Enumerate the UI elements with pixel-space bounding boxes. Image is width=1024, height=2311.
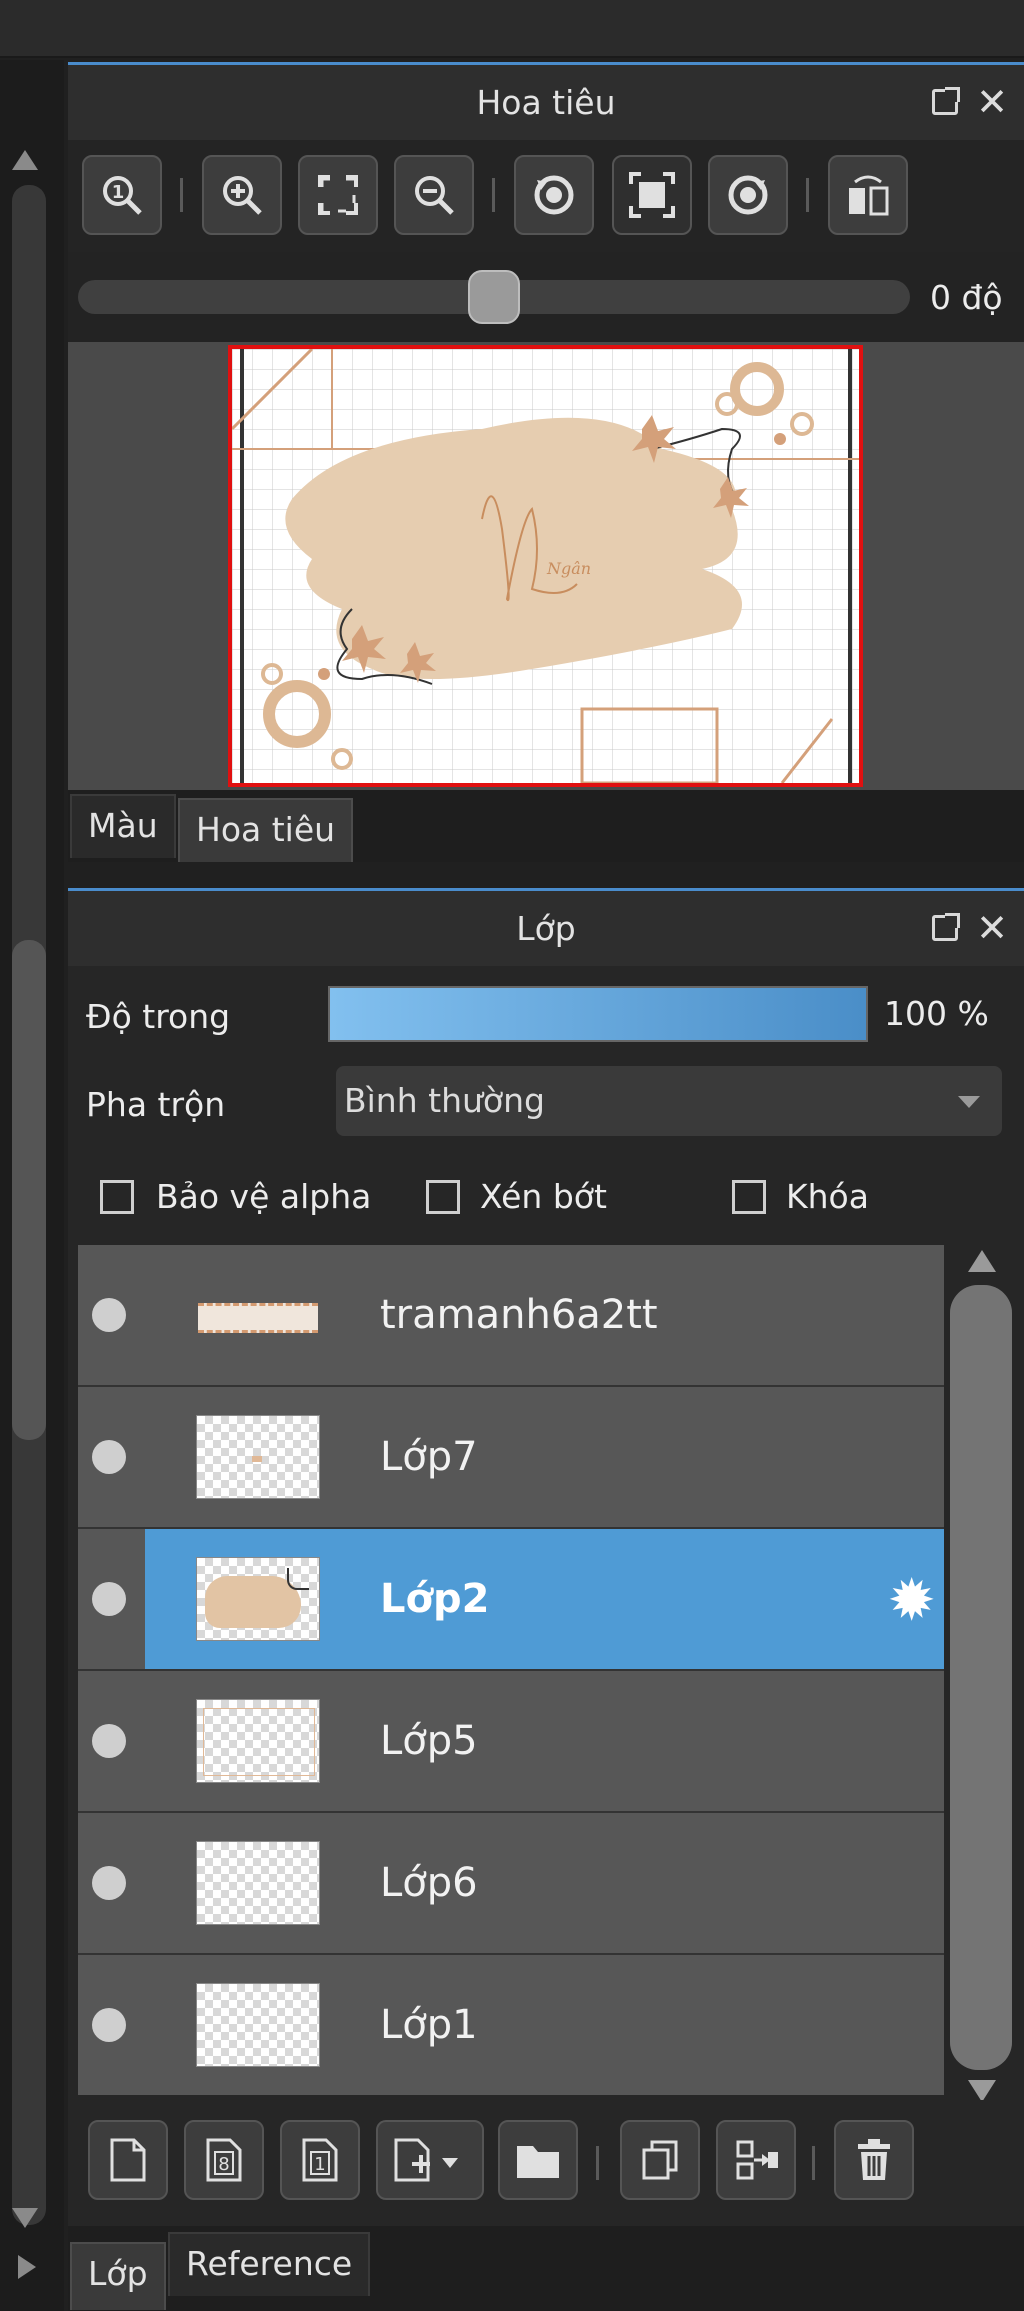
navigator-panel-header: Hoa tiêu ✕ (68, 62, 1024, 140)
close-icon[interactable]: ✕ (976, 83, 1008, 121)
visibility-toggle-icon[interactable] (92, 1298, 126, 1332)
chevron-down-icon (958, 1096, 980, 1108)
new-folder-icon[interactable] (498, 2120, 578, 2200)
layer-row[interactable]: Lớp7 (78, 1387, 944, 1531)
layer-thumbnail (196, 1273, 320, 1357)
visibility-toggle-icon[interactable] (92, 1866, 126, 1900)
zoom-actual-icon[interactable]: 1 (82, 155, 162, 235)
layer-row[interactable]: Lớp2 ✹ (78, 1529, 944, 1673)
undock-icon[interactable] (932, 87, 961, 115)
left-scrollbar-thumb[interactable] (12, 940, 46, 1440)
scroll-right-arrow-icon[interactable] (18, 2255, 36, 2279)
scroll-up-arrow-icon[interactable] (12, 150, 38, 170)
scroll-down-arrow-icon[interactable] (968, 2080, 996, 2102)
zoom-out-icon[interactable] (394, 155, 474, 235)
blend-mode-select[interactable]: Bình thường (336, 1066, 1002, 1136)
navigator-title: Hoa tiêu (476, 83, 616, 122)
navigator-tab-bar: Màu Hoa tiêu (68, 790, 1024, 862)
toolbar-separator (180, 178, 183, 212)
protect-alpha-checkbox[interactable] (100, 1180, 134, 1214)
layer-name: Lớp7 (380, 1434, 478, 1480)
fit-window-icon[interactable] (612, 155, 692, 235)
flip-horizontal-icon[interactable] (828, 155, 908, 235)
preview-signature: Ngân (546, 559, 591, 578)
clipping-label: Xén bớt (480, 1177, 607, 1216)
layer-row[interactable]: Lớp5 (78, 1671, 944, 1815)
protect-alpha-label: Bảo vệ alpha (156, 1177, 372, 1216)
lock-label: Khóa (786, 1177, 869, 1216)
tab-layers[interactable]: Lớp (70, 2242, 166, 2310)
undock-icon[interactable] (932, 913, 961, 941)
zoom-in-icon[interactable] (202, 155, 282, 235)
toolbar-separator (806, 178, 809, 212)
clipping-checkbox[interactable] (426, 1180, 460, 1214)
rotation-value: 0 độ (930, 278, 1003, 317)
layer-name: Lớp2 (380, 1576, 490, 1622)
visibility-toggle-icon[interactable] (92, 1440, 126, 1474)
layer-row[interactable]: tramanh6a2tt (78, 1245, 944, 1389)
blend-mode-value: Bình thường (344, 1081, 545, 1120)
gear-icon[interactable]: ✹ (887, 1571, 936, 1629)
lock-checkbox[interactable] (732, 1180, 766, 1214)
canvas-preview-image: Ngân (232, 349, 859, 783)
tab-navigator[interactable]: Hoa tiêu (178, 798, 354, 862)
new-layer-1bit-icon[interactable]: 1 (280, 2120, 360, 2200)
visibility-toggle-icon[interactable] (92, 1724, 126, 1758)
svg-text:1: 1 (112, 182, 125, 203)
toolbar-separator (492, 178, 495, 212)
visibility-toggle-icon[interactable] (92, 2008, 126, 2042)
navigator-toolbar: 1 (68, 140, 1024, 250)
navigator-preview-frame[interactable]: Ngân (228, 345, 863, 787)
merge-down-icon[interactable] (716, 2120, 796, 2200)
svg-text:8: 8 (218, 2154, 229, 2175)
toolbar-separator (596, 2146, 599, 2180)
layer-list-scrollbar-thumb[interactable] (950, 1285, 1012, 2070)
fit-screen-icon[interactable] (298, 155, 378, 235)
layer-name: Lớp6 (380, 1860, 478, 1906)
layer-name: Lớp5 (380, 1718, 478, 1764)
toolbar-separator (812, 2146, 815, 2180)
tab-color[interactable]: Màu (70, 794, 176, 858)
layer-thumbnail (196, 1557, 320, 1641)
rotate-left-icon[interactable] (514, 155, 594, 235)
layer-thumbnail (196, 1699, 320, 1783)
layer-thumbnail (196, 1415, 320, 1499)
scroll-down-arrow-icon[interactable] (12, 2208, 38, 2228)
visibility-toggle-icon[interactable] (92, 1582, 126, 1616)
layer-row[interactable]: Lớp1 (78, 1955, 944, 2095)
opacity-value: 100 % (884, 994, 989, 1033)
close-icon[interactable]: ✕ (976, 909, 1008, 947)
layer-name: tramanh6a2tt (380, 1292, 658, 1338)
opacity-label: Độ trong (86, 997, 231, 1036)
new-layer-8bit-icon[interactable]: 8 (184, 2120, 264, 2200)
layer-row[interactable]: Lớp6 (78, 1813, 944, 1957)
layer-thumbnail (196, 1983, 320, 2067)
layer-name: Lớp1 (380, 2002, 478, 2048)
layers-tab-bar: Lớp Reference (68, 2226, 1024, 2311)
rotate-right-icon[interactable] (708, 155, 788, 235)
layer-thumbnail (196, 1841, 320, 1925)
new-layer-icon[interactable] (88, 2120, 168, 2200)
layers-title: Lớp (516, 909, 576, 948)
svg-text:1: 1 (314, 2154, 325, 2175)
delete-layer-icon[interactable] (834, 2120, 914, 2200)
rotation-slider-thumb[interactable] (468, 270, 520, 324)
duplicate-layer-icon[interactable] (620, 2120, 700, 2200)
tab-reference[interactable]: Reference (168, 2232, 371, 2296)
add-layer-menu-icon[interactable] (376, 2120, 484, 2200)
top-toolbar-strip (0, 0, 1024, 58)
blend-mode-label: Pha trộn (86, 1085, 226, 1124)
opacity-slider[interactable] (328, 986, 868, 1042)
layer-list: tramanh6a2tt Lớp7 Lớp2 ✹ Lớp5 Lớp6 Lớp1 (78, 1245, 944, 2095)
scroll-up-arrow-icon[interactable] (968, 1250, 996, 1272)
layers-panel-header: Lớp ✕ (68, 888, 1024, 966)
